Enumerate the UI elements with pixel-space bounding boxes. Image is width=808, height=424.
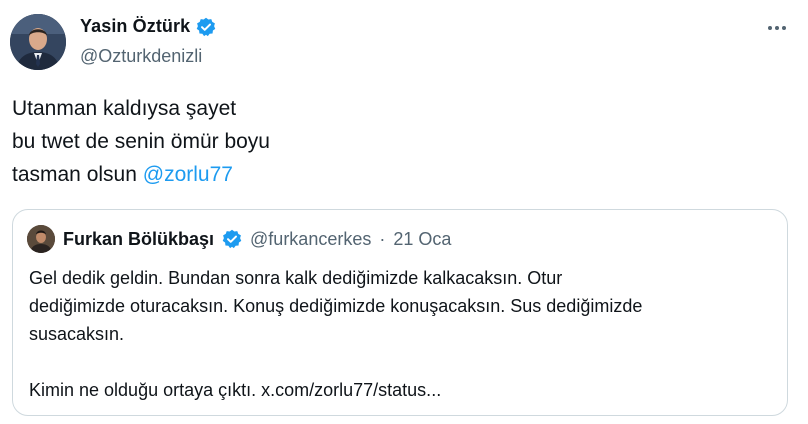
author-avatar[interactable]: [10, 14, 66, 70]
author-name[interactable]: Yasin Öztürk: [80, 16, 190, 37]
quoted-line: Kimin ne olduğu ortaya çıktı. x.com/zorl…: [29, 380, 442, 400]
quoted-author-handle[interactable]: @furkancerkes: [250, 229, 371, 250]
tweet-line: tasman olsun @zorlu77: [12, 158, 270, 191]
tweet-line: Utanman kaldıysa şayet: [12, 97, 237, 120]
quoted-tweet-date[interactable]: 21 Oca: [393, 229, 451, 250]
more-dot: [768, 26, 772, 30]
quoted-tweet-header: Furkan Bölükbaşı @furkancerkes · 21 Oca: [27, 225, 451, 253]
quoted-author-avatar-image: [27, 225, 55, 253]
more-options-icon[interactable]: [764, 22, 790, 34]
author-avatar-image: [10, 14, 66, 70]
quoted-line: dediğimizde oturacaksın. Konuş dediğimiz…: [29, 296, 643, 316]
author-handle[interactable]: @Ozturkdenizli: [80, 46, 202, 67]
quoted-tweet-text: Gel dedik geldin. Bundan sonra kalk dedi…: [29, 264, 769, 404]
meta-separator: ·: [379, 228, 386, 249]
author-name-row: Yasin Öztürk: [80, 16, 216, 37]
quoted-author-avatar[interactable]: [27, 225, 55, 253]
tweet-text: Utanman kaldıysa şayet bu twet de senin …: [12, 92, 270, 191]
more-dot: [775, 26, 779, 30]
verified-badge-icon: [196, 17, 216, 37]
verified-badge-icon: [222, 229, 242, 249]
quoted-line: Gel dedik geldin. Bundan sonra kalk dedi…: [29, 268, 563, 288]
tweet-line-text: tasman olsun: [12, 163, 143, 186]
quoted-author-name[interactable]: Furkan Bölükbaşı: [63, 229, 214, 250]
tweet: Yasin Öztürk @Ozturkdenizli Utanman kald…: [0, 0, 808, 424]
quoted-line: susacaksın.: [29, 324, 125, 344]
more-dot: [782, 26, 786, 30]
tweet-line: bu twet de senin ömür boyu: [12, 130, 270, 153]
mention-link[interactable]: @zorlu77: [143, 163, 233, 186]
quoted-tweet[interactable]: Furkan Bölükbaşı @furkancerkes · 21 Oca …: [12, 209, 788, 416]
